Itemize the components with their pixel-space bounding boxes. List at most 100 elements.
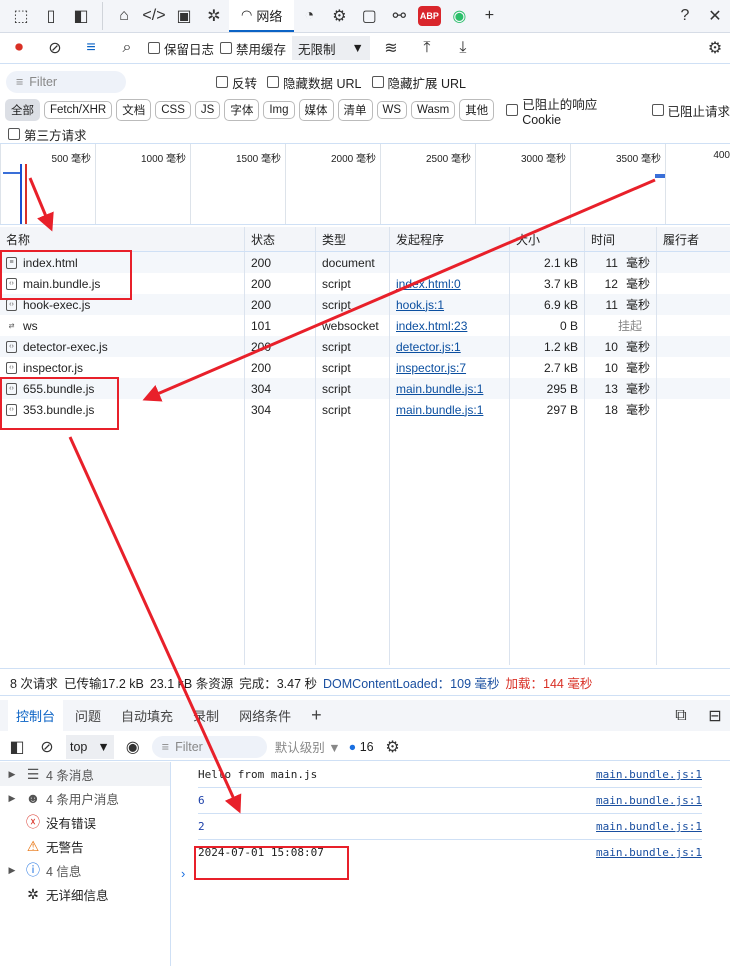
network-overview-timeline[interactable]: 500 毫秒 1000 毫秒 1500 毫秒 2000 毫秒 2500 毫秒 3… <box>0 143 730 225</box>
network-conditions-icon[interactable]: ≋ <box>376 33 406 63</box>
tab-network[interactable]: ◠ 网络 <box>229 0 295 32</box>
table-row[interactable]: ‹› inspector.js 200 script inspector.js:7… <box>0 357 730 378</box>
table-row[interactable]: ‹› 655.bundle.js 304 script main.bundle.j… <box>0 378 730 399</box>
table-row[interactable]: ‹› main.bundle.js 200 script index.html:0… <box>0 273 730 294</box>
col-time[interactable]: 时间 <box>585 227 657 251</box>
type-css[interactable]: CSS <box>155 101 191 119</box>
undock-drawer-icon[interactable]: ⧉ <box>666 701 696 731</box>
clear-icon[interactable]: ⊘ <box>40 33 70 63</box>
type-wasm[interactable]: Wasm <box>411 101 456 119</box>
console-filter-input[interactable]: ≡ Filter <box>151 735 267 758</box>
preserve-log-checkbox[interactable]: 保留日志 <box>148 39 214 58</box>
hide-extension-url-checkbox[interactable]: 隐藏扩展 URL <box>371 73 466 92</box>
plugin-icon[interactable]: ⚯ <box>384 1 414 31</box>
initiator-link[interactable]: index.html:0 <box>396 277 461 291</box>
adblock-icon[interactable]: ABP <box>414 1 444 31</box>
initiator-link[interactable]: inspector.js:7 <box>396 361 466 375</box>
script-icon: ‹› <box>6 298 17 311</box>
disable-cache-checkbox[interactable]: 禁用缓存 <box>220 39 286 58</box>
invert-checkbox[interactable]: 反转 <box>216 73 257 92</box>
source-link[interactable]: main.bundle.js:1 <box>596 768 702 781</box>
home-icon[interactable]: ⌂ <box>109 1 139 31</box>
table-row[interactable]: ⇄ ws 101 websocket index.html:23 0 B 挂起 <box>0 315 730 336</box>
application-icon[interactable]: ▢ <box>354 1 384 31</box>
clear-console-icon[interactable]: ⊘ <box>36 732 58 762</box>
add-tab-icon[interactable]: + <box>474 1 504 31</box>
col-size[interactable]: 大小 <box>510 227 585 251</box>
elements-icon[interactable]: </> <box>139 1 169 31</box>
sidebar-item-user-messages[interactable]: ▶ ☻ 4 条用户消息 <box>0 786 170 810</box>
table-row[interactable]: ‹› hook-exec.js 200 script hook.js:1 6.9 … <box>0 294 730 315</box>
col-fulfilled-by[interactable]: 履行者 <box>657 227 730 251</box>
throttle-select[interactable]: 无限制 ▼ <box>292 36 370 60</box>
initiator-link[interactable]: main.bundle.js:1 <box>396 382 483 396</box>
issues-counter[interactable]: ● 16 <box>349 740 374 754</box>
dock-icon[interactable]: ◧ <box>66 1 96 31</box>
type-fetch-xhr[interactable]: Fetch/XHR <box>44 101 113 119</box>
type-font[interactable]: 字体 <box>224 99 260 121</box>
tab-network-conditions[interactable]: 网络条件 <box>231 700 299 731</box>
tab-issues[interactable]: 问题 <box>67 700 109 731</box>
col-initiator[interactable]: 发起程序 <box>390 227 510 251</box>
inspect-icon[interactable]: ⬚ <box>6 1 36 31</box>
extension-icon[interactable]: ◉ <box>444 1 474 31</box>
initiator-link[interactable]: index.html:23 <box>396 319 467 333</box>
console-prompt[interactable]: › <box>181 866 730 881</box>
performance-icon[interactable]: ◔ <box>294 1 324 31</box>
request-size: 295 B <box>510 378 585 399</box>
sidebar-item-errors[interactable]: ⓧ 没有错误 <box>0 810 170 834</box>
record-icon[interactable]: ⏺ <box>4 33 34 63</box>
initiator-link[interactable]: hook.js:1 <box>396 298 444 312</box>
third-party-checkbox[interactable]: 第三方请求 <box>8 125 87 144</box>
blocked-cookie-checkbox[interactable]: 已阻止的响应 Cookie <box>506 94 639 127</box>
sidebar-item-verbose[interactable]: ✲ 无详细信息 <box>0 882 170 906</box>
help-icon[interactable]: ? <box>670 1 700 31</box>
close-drawer-icon[interactable]: ⊟ <box>700 701 730 731</box>
type-js[interactable]: JS <box>194 101 221 119</box>
type-manifest[interactable]: 清单 <box>337 99 373 121</box>
type-doc[interactable]: 文档 <box>116 99 152 121</box>
type-ws[interactable]: WS <box>376 101 408 119</box>
tab-autofill[interactable]: 自动填充 <box>113 700 181 731</box>
table-row[interactable]: ‹› 353.bundle.js 304 script main.bundle.j… <box>0 399 730 420</box>
initiator-link[interactable]: detector.js:1 <box>396 340 461 354</box>
filter-toggle-icon[interactable]: ≡ <box>76 33 106 63</box>
sidebar-item-info[interactable]: ▶ ⓘ 4 信息 <box>0 858 170 882</box>
sidebar-item-warnings[interactable]: ⚠ 无警告 <box>0 834 170 858</box>
eye-icon[interactable]: ◉ <box>122 732 144 762</box>
type-all[interactable]: 全部 <box>5 99 40 121</box>
blocked-requests-checkbox[interactable]: 已阻止请求 <box>651 101 730 120</box>
filter-input[interactable]: ≡ Filter <box>6 71 126 93</box>
gear-icon[interactable]: ⚙ <box>700 33 730 63</box>
col-name[interactable]: 名称 <box>0 227 245 251</box>
import-icon[interactable]: ⤒ <box>412 33 442 63</box>
type-img[interactable]: Img <box>263 101 295 119</box>
tab-recorder[interactable]: 录制 <box>185 700 227 731</box>
search-icon[interactable]: ⌕ <box>112 33 142 63</box>
tab-console[interactable]: 控制台 <box>8 700 64 731</box>
log-level-select[interactable]: 默认级别 ▼ <box>275 737 341 756</box>
export-icon[interactable]: ⤓ <box>448 33 478 63</box>
source-link[interactable]: main.bundle.js:1 <box>596 846 702 859</box>
sources-bug-icon[interactable]: ✲ <box>199 1 229 31</box>
type-media[interactable]: 媒体 <box>298 99 334 121</box>
table-row[interactable]: ≡ index.html 200 document 2.1 kB 11 毫秒 <box>0 252 730 273</box>
type-other[interactable]: 其他 <box>459 99 495 121</box>
console-icon[interactable]: ▣ <box>169 1 199 31</box>
close-icon[interactable]: ✕ <box>700 1 730 31</box>
add-tab-icon[interactable]: + <box>303 699 330 732</box>
initiator-link[interactable]: main.bundle.js:1 <box>396 403 483 417</box>
sidebar-toggle-icon[interactable]: ◧ <box>6 732 28 762</box>
device-toolbar-icon[interactable]: ▯ <box>36 1 66 31</box>
table-row[interactable]: ‹› detector-exec.js 200 script detector.j… <box>0 336 730 357</box>
gear-icon[interactable]: ⚙ <box>382 732 404 762</box>
source-link[interactable]: main.bundle.js:1 <box>596 820 702 833</box>
source-link[interactable]: main.bundle.js:1 <box>596 794 702 807</box>
col-type[interactable]: 类型 <box>316 227 390 251</box>
bug-icon: ✲ <box>27 885 39 902</box>
hide-data-url-checkbox[interactable]: 隐藏数据 URL <box>267 73 362 92</box>
sidebar-item-messages[interactable]: ▶ ☰ 4 条消息 <box>0 762 170 786</box>
context-select[interactable]: top ▼ <box>66 734 114 759</box>
col-status[interactable]: 状态 <box>245 227 316 251</box>
memory-icon[interactable]: ⚙ <box>324 1 354 31</box>
